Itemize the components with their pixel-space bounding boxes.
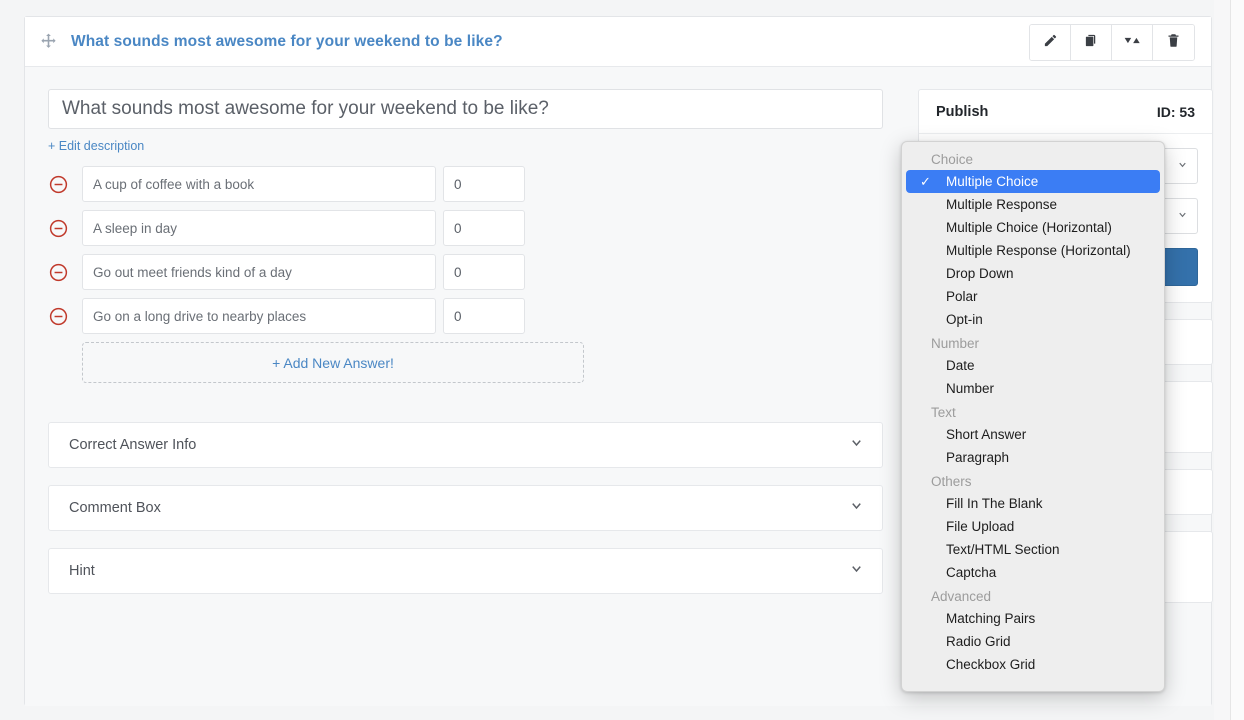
remove-answer-icon[interactable] — [48, 174, 82, 195]
copy-icon — [1084, 33, 1099, 53]
dropdown-group-label: Number — [931, 336, 980, 351]
dropdown-item-label: Paragraph — [946, 450, 1010, 465]
question-card-header: What sounds most awesome for your weeken… — [25, 17, 1211, 67]
answer-text-input[interactable] — [82, 254, 436, 290]
sort-arrows-icon — [1124, 34, 1141, 52]
answer-score-input[interactable] — [443, 298, 525, 334]
question-type-dropdown-menu[interactable]: Choice ✓ Multiple Choice Multiple Respon… — [901, 141, 1165, 692]
dropdown-item-label: Multiple Response (Horizontal) — [946, 243, 1131, 258]
move-arrows-icon[interactable] — [25, 32, 71, 51]
check-icon: ✓ — [920, 174, 931, 189]
dropdown-item-multiple-choice[interactable]: ✓ Multiple Choice — [906, 170, 1160, 193]
dropdown-item-matching-pairs[interactable]: Matching Pairs — [902, 607, 1164, 630]
dropdown-item-opt-in[interactable]: Opt-in — [902, 308, 1164, 331]
dropdown-item-label: Radio Grid — [946, 634, 1011, 649]
edit-question-button[interactable] — [1030, 25, 1071, 60]
dropdown-item-label: Checkbox Grid — [946, 657, 1036, 672]
accordion-label: Hint — [69, 563, 95, 579]
dropdown-item-fill-in-the-blank[interactable]: Fill In The Blank — [902, 492, 1164, 515]
dropdown-item-label: Short Answer — [946, 427, 1027, 442]
answer-row — [48, 210, 883, 246]
answer-text-input[interactable] — [82, 298, 436, 334]
trash-icon — [1166, 33, 1181, 53]
accordion-label: Comment Box — [69, 500, 161, 516]
edit-description-link[interactable]: + Edit description — [48, 139, 144, 153]
dropdown-item-drop-down[interactable]: Drop Down — [902, 262, 1164, 285]
dropdown-item-label: Matching Pairs — [946, 611, 1036, 626]
question-header-title: What sounds most awesome for your weeken… — [71, 32, 503, 50]
dropdown-item-captcha[interactable]: Captcha — [902, 561, 1164, 584]
dropdown-item-text-html-section[interactable]: Text/HTML Section — [902, 538, 1164, 561]
remove-answer-icon[interactable] — [48, 262, 82, 283]
dropdown-item-multiple-choice-horizontal[interactable]: Multiple Choice (Horizontal) — [902, 216, 1164, 239]
answer-row — [48, 166, 883, 202]
chevron-down-icon — [849, 435, 864, 455]
page-scroll-gutter-outer — [1214, 0, 1230, 720]
dropdown-item-number[interactable]: Number — [902, 377, 1164, 400]
dropdown-item-label: Drop Down — [946, 266, 1014, 281]
accordion-comment-box[interactable]: Comment Box — [48, 485, 883, 531]
dropdown-group-label: Advanced — [931, 589, 992, 604]
answer-text-input[interactable] — [82, 210, 436, 246]
dropdown-item-label: Date — [946, 358, 975, 373]
pencil-icon — [1043, 33, 1058, 53]
answer-row — [48, 298, 883, 334]
accordion-correct-answer-info[interactable]: Correct Answer Info — [48, 422, 883, 468]
chevron-down-icon — [849, 561, 864, 581]
publish-label: Publish — [936, 103, 989, 120]
remove-answer-icon[interactable] — [48, 306, 82, 327]
question-editor: + Edit description — [48, 89, 883, 611]
dropdown-item-date[interactable]: Date — [902, 354, 1164, 377]
dropdown-item-polar[interactable]: Polar — [902, 285, 1164, 308]
question-id-label: ID: 53 — [1156, 103, 1195, 120]
dropdown-item-label: File Upload — [946, 519, 1015, 534]
dropdown-item-short-answer[interactable]: Short Answer — [902, 423, 1164, 446]
dropdown-group-label: Choice — [931, 152, 974, 167]
dropdown-item-label: Number — [946, 381, 995, 396]
add-new-answer-button[interactable]: + Add New Answer! — [82, 342, 584, 383]
editor-accordions: Correct Answer Info Comment Box Hint — [48, 422, 883, 594]
dropdown-group-label: Text — [931, 405, 956, 420]
remove-answer-icon[interactable] — [48, 218, 82, 239]
accordion-hint[interactable]: Hint — [48, 548, 883, 594]
page-scroll-gutter[interactable] — [1230, 0, 1244, 720]
answer-score-input[interactable] — [443, 254, 525, 290]
chevron-down-icon — [1177, 159, 1188, 173]
chevron-down-icon — [1177, 209, 1188, 223]
publish-panel-header: Publish ID: 53 — [919, 90, 1212, 134]
question-toolbar — [1029, 24, 1195, 61]
dropdown-item-multiple-response-horizontal[interactable]: Multiple Response (Horizontal) — [902, 239, 1164, 262]
answer-text-input[interactable] — [82, 166, 436, 202]
dropdown-item-paragraph[interactable]: Paragraph — [902, 446, 1164, 469]
answer-row — [48, 254, 883, 290]
dropdown-item-label: Multiple Response — [946, 197, 1058, 212]
dropdown-item-checkbox-grid[interactable]: Checkbox Grid — [902, 653, 1164, 676]
reorder-question-button[interactable] — [1112, 25, 1153, 60]
question-text-input[interactable] — [48, 89, 883, 129]
dropdown-item-multiple-response[interactable]: Multiple Response — [902, 193, 1164, 216]
answers-list: + Add New Answer! — [48, 166, 883, 383]
dropdown-item-label: Polar — [946, 289, 978, 304]
delete-question-button[interactable] — [1153, 25, 1194, 60]
dropdown-item-label: Multiple Choice — [946, 174, 1039, 189]
dropdown-item-file-upload[interactable]: File Upload — [902, 515, 1164, 538]
dropdown-item-label: Captcha — [946, 565, 997, 580]
dropdown-group-label: Others — [931, 474, 972, 489]
dropdown-item-label: Multiple Choice (Horizontal) — [946, 220, 1112, 235]
duplicate-question-button[interactable] — [1071, 25, 1112, 60]
dropdown-item-label: Fill In The Blank — [946, 496, 1043, 511]
chevron-down-icon — [849, 498, 864, 518]
answer-score-input[interactable] — [443, 210, 525, 246]
dropdown-item-label: Opt-in — [946, 312, 983, 327]
accordion-label: Correct Answer Info — [69, 437, 197, 453]
dropdown-item-label: Text/HTML Section — [946, 542, 1060, 557]
dropdown-item-radio-grid[interactable]: Radio Grid — [902, 630, 1164, 653]
answer-score-input[interactable] — [443, 166, 525, 202]
page-root: What sounds most awesome for your weeken… — [0, 0, 1244, 720]
